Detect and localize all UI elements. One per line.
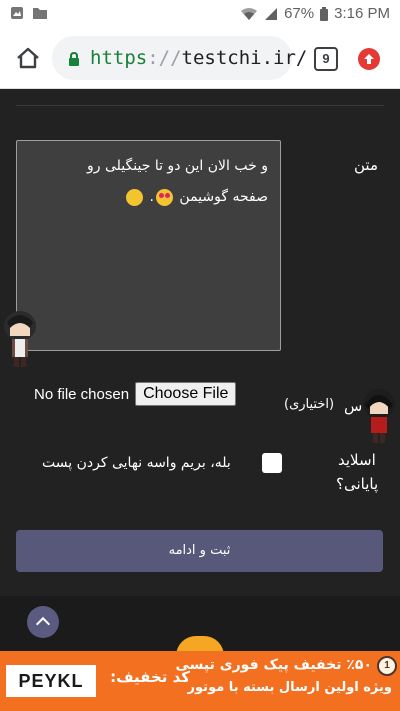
final-slide-label-line2: پایانی؟ xyxy=(336,475,379,493)
heart-eyes-emoji-icon xyxy=(155,188,173,206)
url-text: https://testchi.ir/ xyxy=(90,47,307,69)
section-divider xyxy=(16,105,384,106)
photo-icon xyxy=(11,7,23,19)
text-line-2-row: صفحه گوشیمن . xyxy=(29,182,268,213)
ad-brand-logo: PEYKL xyxy=(6,665,96,697)
ad-banner[interactable]: PEYKL کد تخفیف: ٪۵۰ تخفیف پیک فوری تپسی … xyxy=(0,651,400,711)
grimacing-emoji-icon xyxy=(126,188,144,206)
file-label-optional: (اختیاری) xyxy=(284,397,335,412)
no-file-text: No file chosen xyxy=(34,385,130,403)
ad-subline: ویژه اولین ارسال بسته با موتور xyxy=(187,680,392,695)
page-content: متن و خب الان این دو تا جینگیلی رو صفحه … xyxy=(0,89,400,596)
address-bar[interactable]: https://testchi.ir/ xyxy=(52,36,307,80)
text-label: متن xyxy=(354,156,378,174)
ad-badge: 1 xyxy=(377,656,397,676)
chibi-character-sticker xyxy=(4,311,36,367)
submit-button[interactable]: ثبت و ادامه xyxy=(16,530,383,572)
lock-icon xyxy=(68,51,80,66)
ad-headline: ٪۵۰ تخفیف پیک فوری تپسی xyxy=(175,657,372,673)
url-scheme: https xyxy=(90,47,148,69)
url-host: testchi.ir/ xyxy=(181,47,308,69)
battery-percent: 67% xyxy=(284,5,315,22)
notification-upload-icon[interactable] xyxy=(358,48,380,70)
text-line-2: صفحه گوشیمن xyxy=(179,189,268,205)
notification-icons xyxy=(10,6,48,20)
choose-file-button[interactable]: Choose File xyxy=(135,382,237,406)
system-indicators: 67% 3:16 PM xyxy=(240,5,390,22)
file-label: س xyxy=(344,397,363,415)
browser-toolbar: https://testchi.ir/ 9 xyxy=(0,28,400,89)
text-line-1: و خب الان این دو تا جینگیلی رو xyxy=(87,158,268,174)
signal-icon xyxy=(265,7,278,20)
tab-switcher-button[interactable]: 9 xyxy=(314,47,338,71)
clock: 3:16 PM xyxy=(334,5,390,22)
battery-icon xyxy=(320,6,329,21)
checkbox-label[interactable]: بله، بریم واسه نهایی کردن پست xyxy=(42,455,231,471)
url-separator: :// xyxy=(147,47,182,69)
chibi-girl-sticker xyxy=(363,389,395,443)
final-slide-checkbox[interactable] xyxy=(262,453,282,473)
home-icon[interactable] xyxy=(14,44,42,72)
file-input-row: No file chosen Choose File xyxy=(34,382,237,406)
final-slide-label-line1: اسلاید xyxy=(338,451,376,469)
wifi-icon xyxy=(241,7,258,20)
status-bar: 67% 3:16 PM xyxy=(0,0,400,28)
folder-icon xyxy=(33,8,47,19)
text-area[interactable]: و خب الان این دو تا جینگیلی رو صفحه گوشی… xyxy=(16,140,281,351)
scroll-to-top-button[interactable] xyxy=(27,606,59,638)
